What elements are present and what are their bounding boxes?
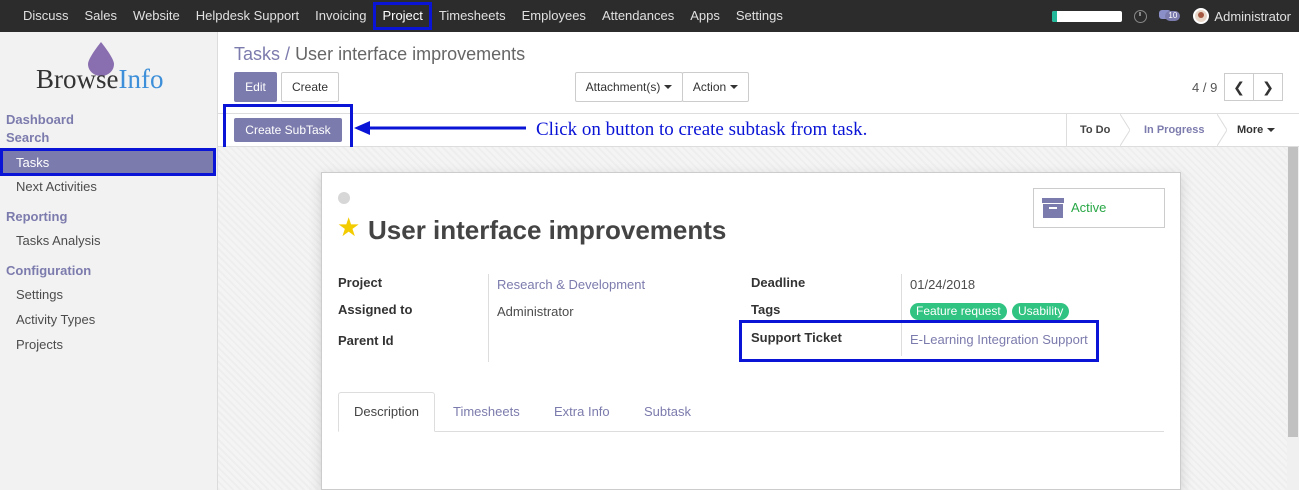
breadcrumb-tasks[interactable]: Tasks xyxy=(234,44,280,64)
logo-text-part1: Browse xyxy=(36,64,119,94)
sidebar-item-next-activities[interactable]: Next Activities xyxy=(16,179,97,194)
annotation-arrow-icon xyxy=(354,121,526,135)
support-ticket-label: Support Ticket xyxy=(751,330,842,345)
sidebar: BrowseInfo Dashboard Search Tasks Next A… xyxy=(0,32,218,490)
active-status-label: Active xyxy=(1071,200,1107,215)
stage-more-dropdown[interactable]: More xyxy=(1237,114,1276,146)
tabs-divider xyxy=(338,431,1164,432)
sidebar-section-configuration[interactable]: Configuration xyxy=(6,263,91,278)
breadcrumb-separator: / xyxy=(285,44,291,64)
stage-todo[interactable]: To Do xyxy=(1080,114,1110,146)
kanban-state-icon[interactable] xyxy=(338,192,350,204)
avatar xyxy=(1193,8,1210,24)
create-button[interactable]: Create xyxy=(281,72,339,102)
user-name: Administrator xyxy=(1214,8,1291,24)
edit-button[interactable]: Edit xyxy=(234,72,277,102)
sidebar-item-settings[interactable]: Settings xyxy=(16,287,63,302)
menu-timesheets[interactable]: Timesheets xyxy=(431,0,514,32)
assigned-to-label: Assigned to xyxy=(338,302,413,317)
tag-feature-request[interactable]: Feature request xyxy=(910,303,1007,320)
stage-divider xyxy=(1066,114,1067,146)
sidebar-item-tasks-label: Tasks xyxy=(16,155,50,170)
create-subtask-button[interactable]: Create SubTask xyxy=(234,118,342,142)
tab-extra-info[interactable]: Extra Info xyxy=(554,404,610,419)
progress-indicator xyxy=(1052,10,1123,22)
attachments-label: Attachment(s) xyxy=(585,80,661,94)
stage-separator-icon xyxy=(1120,114,1130,146)
top-navbar: Discuss Sales Website Helpdesk Support I… xyxy=(0,0,1299,32)
tag-usability[interactable]: Usability xyxy=(1012,303,1070,320)
support-ticket-field[interactable]: E-Learning Integration Support xyxy=(910,332,1088,347)
stage-separator-icon xyxy=(1217,114,1227,146)
menu-settings[interactable]: Settings xyxy=(728,0,791,32)
sidebar-item-activity-types[interactable]: Activity Types xyxy=(16,312,95,327)
sidebar-item-tasks-analysis[interactable]: Tasks Analysis xyxy=(16,233,101,248)
chevron-left-icon: ❮ xyxy=(1233,78,1245,95)
menu-attendances[interactable]: Attendances xyxy=(594,0,682,32)
sidebar-section-search[interactable]: Search xyxy=(6,130,49,145)
project-field[interactable]: Research & Development xyxy=(497,277,645,292)
messages-icon[interactable]: 10 xyxy=(1159,9,1181,23)
app-menu: Discuss Sales Website Helpdesk Support I… xyxy=(15,0,791,32)
pager-previous-button[interactable]: ❮ xyxy=(1224,73,1254,101)
task-title: User interface improvements xyxy=(368,215,727,245)
deadline-field[interactable]: 01/24/2018 xyxy=(910,277,975,292)
pager-value: 4 / 9 xyxy=(1192,80,1218,95)
parent-id-label: Parent Id xyxy=(338,333,394,348)
sidebar-section-reporting[interactable]: Reporting xyxy=(6,209,67,224)
tab-timesheets[interactable]: Timesheets xyxy=(453,404,520,419)
scrollbar-thumb[interactable] xyxy=(1288,147,1298,437)
menu-apps[interactable]: Apps xyxy=(682,0,728,32)
field-divider xyxy=(488,274,489,362)
browseinfo-logo: BrowseInfo xyxy=(36,40,186,110)
project-label: Project xyxy=(338,275,383,290)
assigned-to-field[interactable]: Administrator xyxy=(497,304,574,319)
breadcrumb-current: User interface improvements xyxy=(295,44,526,64)
menu-helpdesk-support[interactable]: Helpdesk Support xyxy=(188,0,307,32)
sidebar-item-tasks[interactable]: Tasks xyxy=(0,148,216,176)
menu-sales[interactable]: Sales xyxy=(77,0,126,32)
chevron-down-icon xyxy=(1267,128,1276,132)
tab-description[interactable]: Description xyxy=(338,392,435,432)
menu-project[interactable]: Project xyxy=(373,0,433,32)
message-count-badge: 10 xyxy=(1165,11,1181,21)
archive-icon xyxy=(1042,198,1064,218)
tab-subtask[interactable]: Subtask xyxy=(644,404,691,419)
star-icon[interactable]: ★ xyxy=(337,214,360,240)
annotation-text: Click on button to create subtask from t… xyxy=(536,119,868,140)
chevron-down-icon xyxy=(664,85,673,89)
attachments-dropdown[interactable]: Attachment(s) xyxy=(575,72,683,102)
logo-text-part2: Info xyxy=(118,64,164,94)
tags-label: Tags xyxy=(751,302,781,317)
clock-icon[interactable] xyxy=(1134,9,1148,23)
action-label: Action xyxy=(692,80,727,94)
menu-website[interactable]: Website xyxy=(125,0,188,32)
stage-more-label: More xyxy=(1237,124,1264,136)
tab-description-label: Description xyxy=(354,404,420,419)
stage-in-progress[interactable]: In Progress xyxy=(1144,114,1205,146)
sidebar-section-dashboard[interactable]: Dashboard xyxy=(6,112,74,127)
user-menu[interactable]: Administrator xyxy=(1193,8,1291,24)
pager-next-button[interactable]: ❯ xyxy=(1253,73,1283,101)
breadcrumb: Tasks / User interface improvements xyxy=(234,44,525,65)
menu-discuss[interactable]: Discuss xyxy=(15,0,77,32)
menu-invoicing[interactable]: Invoicing xyxy=(307,0,374,32)
action-dropdown[interactable]: Action xyxy=(682,72,749,102)
menu-employees[interactable]: Employees xyxy=(514,0,594,32)
chevron-right-icon: ❯ xyxy=(1262,78,1274,95)
deadline-label: Deadline xyxy=(751,275,806,290)
systray: 10 Administrator xyxy=(1052,0,1291,32)
chevron-down-icon xyxy=(730,85,739,89)
sidebar-item-projects[interactable]: Projects xyxy=(16,337,63,352)
